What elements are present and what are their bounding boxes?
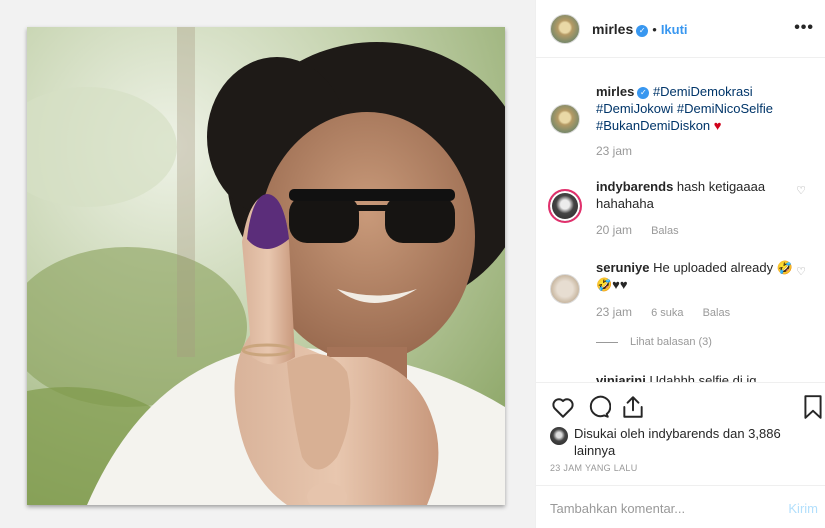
comment-body: viniarini Udahhh selfie di ig <box>596 372 796 382</box>
liker-avatar <box>550 427 568 445</box>
verified-badge-icon: ✓ <box>637 87 650 99</box>
comment-username[interactable]: indybarends <box>596 179 673 194</box>
post-header: mirles ✓ • Ikuti ••• <box>536 0 825 58</box>
post-photo[interactable] <box>27 27 505 505</box>
reply-button[interactable]: Balas <box>703 307 731 319</box>
send-button[interactable]: Kirim <box>788 501 818 516</box>
heart-emoji: ♥ <box>713 118 722 133</box>
post-media-area <box>0 0 533 528</box>
like-comment-icon[interactable]: ♡ <box>796 184 806 197</box>
comment-meta: 20 jam Balas <box>596 223 695 237</box>
selfie-image <box>27 27 505 505</box>
comment-avatar[interactable] <box>550 274 580 304</box>
author-info: mirles ✓ • Ikuti <box>592 21 688 37</box>
reply-button[interactable]: Balas <box>651 225 679 237</box>
share-icon[interactable] <box>620 394 646 420</box>
bookmark-icon[interactable] <box>800 394 825 420</box>
caption-username[interactable]: mirles <box>596 84 634 99</box>
comment-input[interactable] <box>550 498 770 518</box>
author-avatar[interactable] <box>550 13 580 44</box>
comment-icon[interactable] <box>585 394 611 420</box>
caption-body: mirles ✓ #DemiDemokrasi #DemiJokowi #Demi… <box>596 83 796 134</box>
post-actions: Disukai oleh indybarends dan 3,886 lainn… <box>536 382 825 485</box>
caption-meta: 23 jam <box>596 144 648 158</box>
comment-time[interactable]: 20 jam <box>596 223 632 237</box>
heart-icon[interactable] <box>550 394 576 420</box>
more-options-icon[interactable]: ••• <box>794 19 814 37</box>
comment-body: indybarends hash ketigaaaa hahahaha <box>596 178 796 212</box>
replies-divider <box>596 341 618 343</box>
comment-time[interactable]: 23 jam <box>596 305 632 319</box>
comment-meta: 23 jam 6 suka Balas <box>596 305 746 319</box>
comment-avatar[interactable] <box>548 189 582 223</box>
comment-body: seruniye He uploaded already 🤣🤣♥♥ <box>596 259 796 293</box>
follow-button[interactable]: Ikuti <box>661 22 688 37</box>
author-username[interactable]: mirles <box>592 21 633 37</box>
verified-badge-icon: ✓ <box>636 24 649 37</box>
comment-username[interactable]: seruniye <box>596 260 649 275</box>
comments-list[interactable]: mirles ✓ #DemiDemokrasi #DemiJokowi #Demi… <box>536 59 825 382</box>
view-replies-button[interactable]: Lihat balasan (3) <box>596 336 712 348</box>
comment-likes[interactable]: 6 suka <box>651 307 683 319</box>
caption-time[interactable]: 23 jam <box>596 144 632 158</box>
liked-by-text: Disukai oleh indybarends dan 3,886 lainn… <box>574 426 781 458</box>
separator-dot: • <box>652 21 657 37</box>
comment-composer: Kirim <box>536 485 825 528</box>
post-side-panel: mirles ✓ • Ikuti ••• mirles ✓ #DemiDemokrasi… <box>535 0 825 528</box>
comment-text: Udahhh selfie di ig <box>649 373 757 382</box>
comment-username[interactable]: viniarini <box>596 373 646 382</box>
caption-avatar[interactable] <box>550 104 580 134</box>
view-replies-label: Lihat balasan (3) <box>630 336 712 348</box>
liked-by[interactable]: Disukai oleh indybarends dan 3,886 lainn… <box>550 425 810 459</box>
like-comment-icon[interactable]: ♡ <box>796 265 806 278</box>
post-timestamp[interactable]: 23 JAM YANG LALU <box>550 463 638 473</box>
